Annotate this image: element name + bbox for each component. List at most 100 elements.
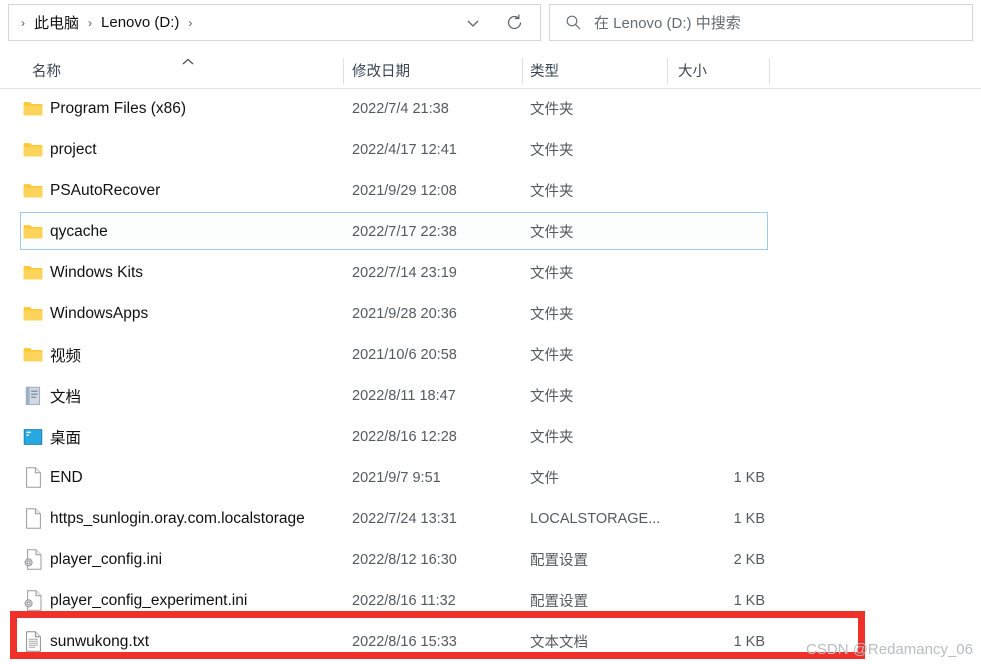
file-date-modified: 2021/9/29 12:08	[352, 182, 457, 199]
file-size	[668, 129, 765, 170]
file-name[interactable]: Program Files (x86)	[50, 88, 186, 129]
file-type: 文件夹	[530, 102, 574, 118]
folder-icon	[22, 139, 44, 161]
column-header-size[interactable]: 大小	[678, 52, 707, 88]
column-divider-4[interactable]	[769, 58, 770, 84]
breadcrumb-separator-1: ›	[88, 15, 93, 30]
text-file-icon	[22, 631, 44, 653]
desktop-folder-icon	[22, 426, 44, 448]
explorer-toolbar: › 此电脑 › Lenovo (D:) › 在 Lenovo (D:) 中搜索	[0, 0, 981, 44]
ini-config-file-icon	[22, 549, 44, 571]
file-name[interactable]: WindowsApps	[50, 293, 148, 334]
column-divider-1[interactable]	[343, 58, 344, 84]
table-row[interactable]: PSAutoRecover 2021/9/29 12:08 文件夹	[0, 170, 981, 211]
column-header-date[interactable]: 修改日期	[352, 52, 410, 88]
file-type: 文件夹	[530, 184, 574, 200]
file-size: 1 KB	[733, 592, 765, 609]
file-date-modified: 2022/8/11 18:47	[352, 387, 456, 404]
file-type: 文件夹	[530, 307, 574, 323]
file-type: 文本文档	[530, 635, 588, 651]
breadcrumb-separator-2: ›	[188, 15, 193, 30]
file-date-modified: 2022/8/16 11:32	[352, 592, 456, 609]
table-row[interactable]: qycache 2022/7/17 22:38 文件夹	[0, 211, 981, 252]
table-row[interactable]: 桌面 2022/8/16 12:28 文件夹	[0, 416, 981, 457]
folder-icon	[22, 98, 44, 120]
column-header-name[interactable]: 名称	[32, 52, 61, 88]
column-divider-3[interactable]	[667, 58, 668, 84]
table-row[interactable]: player_config.ini 2022/8/12 16:30 配置设置 2 KB	[0, 539, 981, 580]
address-bar[interactable]: › 此电脑 › Lenovo (D:) ›	[8, 4, 541, 41]
file-size: 1 KB	[733, 469, 765, 486]
breadcrumb-item-this-pc[interactable]: 此电脑	[31, 10, 82, 35]
search-icon	[558, 14, 588, 31]
folder-icon	[22, 303, 44, 325]
file-date-modified: 2022/4/17 12:41	[352, 141, 457, 158]
column-header-row: 名称 修改日期 类型 大小	[0, 52, 981, 89]
sort-ascending-caret-icon	[181, 54, 195, 65]
file-size	[668, 334, 765, 375]
file-name[interactable]: END	[50, 457, 83, 498]
table-row[interactable]: 视频 2021/10/6 20:58 文件夹	[0, 334, 981, 375]
file-date-modified: 2022/8/16 15:33	[352, 633, 457, 650]
file-date-modified: 2021/9/7 9:51	[352, 469, 441, 486]
watermark: CSDN @Redamancy_06	[806, 641, 973, 658]
file-type: 配置设置	[530, 594, 588, 610]
table-row[interactable]: player_config_experiment.ini 2022/8/16 11…	[0, 580, 981, 621]
file-date-modified: 2021/9/28 20:36	[352, 305, 457, 322]
file-type: LOCALSTORAGE...	[530, 510, 661, 527]
file-date-modified: 2022/8/12 16:30	[352, 551, 457, 568]
documents-folder-icon	[22, 385, 44, 407]
search-input-placeholder[interactable]: 在 Lenovo (D:) 中搜索	[594, 12, 741, 33]
file-size: 2 KB	[733, 551, 765, 568]
breadcrumb-separator-0: ›	[21, 15, 25, 30]
breadcrumb: › 此电脑 › Lenovo (D:) ›	[17, 5, 196, 40]
file-date-modified: 2022/7/14 23:19	[352, 264, 457, 281]
breadcrumb-item-lenovo-d[interactable]: Lenovo (D:)	[98, 12, 182, 33]
file-list: Program Files (x86) 2022/7/4 21:38 文件夹 proj…	[0, 88, 981, 662]
table-row[interactable]: Windows Kits 2022/7/14 23:19 文件夹	[0, 252, 981, 293]
file-size: 1 KB	[733, 510, 765, 527]
generic-file-icon	[22, 467, 44, 489]
file-type: 文件夹	[530, 348, 574, 364]
file-size	[668, 170, 765, 211]
generic-file-icon	[22, 508, 44, 530]
file-date-modified: 2022/8/16 12:28	[352, 428, 457, 445]
folder-icon	[22, 344, 44, 366]
file-type: 文件夹	[530, 430, 574, 446]
file-name[interactable]: qycache	[50, 211, 108, 252]
table-row[interactable]: 文档 2022/8/11 18:47 文件夹	[0, 375, 981, 416]
file-type: 配置设置	[530, 553, 588, 569]
file-name[interactable]: https_sunlogin.oray.com.localstorage	[50, 498, 305, 539]
file-name[interactable]: Windows Kits	[50, 252, 143, 293]
file-name[interactable]: sunwukong.txt	[50, 621, 149, 662]
search-box[interactable]: 在 Lenovo (D:) 中搜索	[549, 4, 973, 41]
folder-icon	[22, 221, 44, 243]
column-header-type[interactable]: 类型	[530, 52, 559, 88]
file-name[interactable]: PSAutoRecover	[50, 170, 160, 211]
refresh-icon[interactable]	[502, 11, 526, 35]
ini-config-file-icon	[22, 590, 44, 612]
chevron-down-icon[interactable]	[462, 12, 484, 34]
column-divider-2[interactable]	[522, 58, 523, 84]
file-name[interactable]: player_config_experiment.ini	[50, 580, 247, 621]
table-row[interactable]: Program Files (x86) 2022/7/4 21:38 文件夹	[0, 88, 981, 129]
file-name[interactable]: project	[50, 129, 97, 170]
file-name[interactable]: 桌面	[50, 416, 81, 457]
file-name[interactable]: 文档	[50, 375, 81, 416]
folder-icon	[22, 262, 44, 284]
file-size: 1 KB	[733, 633, 765, 650]
file-date-modified: 2022/7/24 13:31	[352, 510, 457, 527]
file-date-modified: 2022/7/17 22:38	[352, 223, 457, 240]
file-size	[668, 293, 765, 334]
table-row[interactable]: END 2021/9/7 9:51 文件 1 KB	[0, 457, 981, 498]
file-size	[668, 375, 765, 416]
file-type: 文件夹	[530, 389, 574, 405]
table-row[interactable]: WindowsApps 2021/9/28 20:36 文件夹	[0, 293, 981, 334]
file-name[interactable]: player_config.ini	[50, 539, 162, 580]
file-type: 文件夹	[530, 266, 574, 282]
file-name[interactable]: 视频	[50, 334, 81, 375]
table-row[interactable]: https_sunlogin.oray.com.localstorage 2022…	[0, 498, 981, 539]
file-size	[668, 252, 765, 293]
table-row[interactable]: project 2022/4/17 12:41 文件夹	[0, 129, 981, 170]
file-size	[668, 416, 765, 457]
